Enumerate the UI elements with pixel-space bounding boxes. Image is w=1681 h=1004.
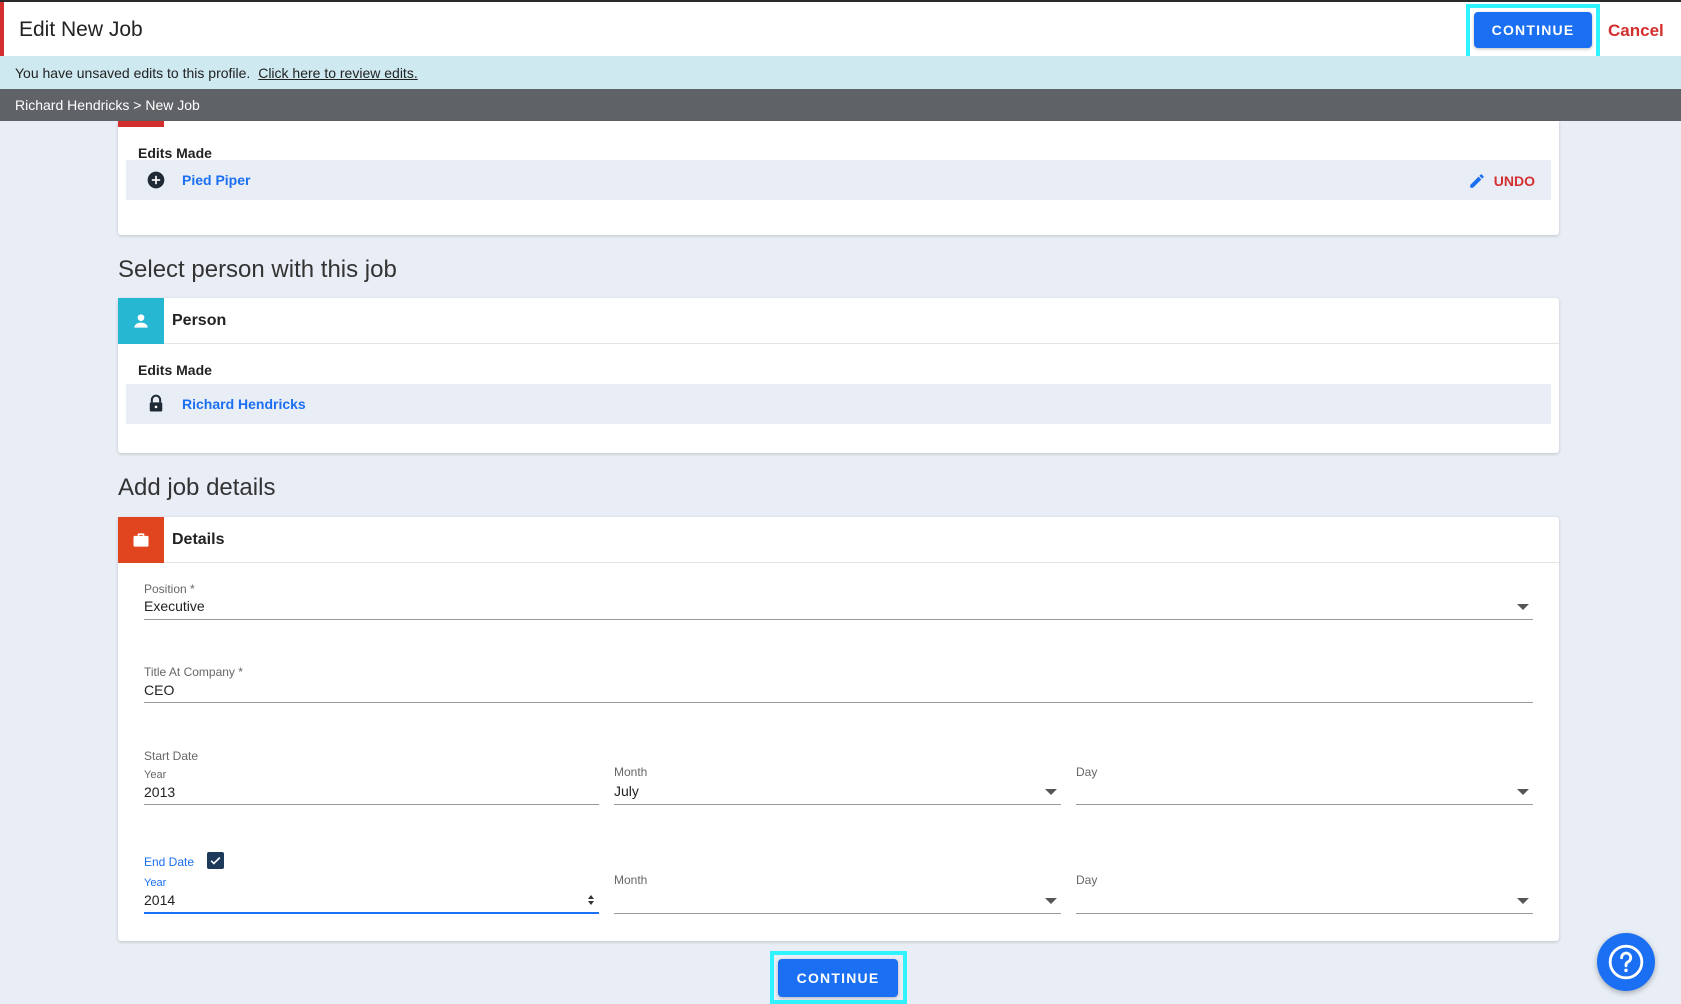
pencil-icon — [1470, 174, 1484, 188]
end-day-underline — [1076, 913, 1533, 914]
start-date-label: Start Date — [144, 749, 199, 763]
position-value: Executive — [144, 598, 205, 614]
position-label: Position * — [144, 582, 195, 596]
title-at-company-input[interactable]: Title At Company * CEO — [144, 665, 1533, 703]
chevron-down-icon — [1517, 789, 1529, 795]
start-day-select[interactable]: Day — [1076, 765, 1533, 805]
start-month-select[interactable]: Month July — [614, 765, 1061, 805]
start-day-underline — [1076, 804, 1533, 805]
start-month-value: July — [614, 783, 639, 799]
lock-icon — [149, 394, 163, 412]
person-badge — [118, 298, 164, 344]
start-year-underline — [144, 804, 599, 805]
end-year-label: Year — [144, 877, 167, 889]
checkmark-icon — [210, 856, 221, 865]
details-card-label: Details — [172, 531, 225, 548]
end-year-input[interactable]: Year 2014 — [144, 877, 599, 914]
continue-button-bottom[interactable]: CONTINUE — [778, 959, 898, 997]
chevron-down-icon — [1045, 898, 1057, 904]
continue-button-top[interactable]: CONTINUE — [1474, 12, 1592, 48]
company-edit-row: Pied Piper UNDO — [126, 160, 1551, 200]
position-underline — [144, 619, 1533, 620]
breadcrumb: Richard Hendricks > New Job — [0, 89, 1681, 121]
chevron-down-icon — [1517, 898, 1529, 904]
edits-made-label: Edits Made — [138, 362, 212, 378]
start-year-input[interactable]: Year 2013 — [144, 769, 599, 805]
start-year-value: 2013 — [144, 784, 176, 800]
edits-made-label: Edits Made — [138, 145, 212, 161]
person-edit-row: Richard Hendricks — [126, 384, 1551, 424]
undo-label: UNDO — [1493, 173, 1535, 189]
accent-stripe — [0, 2, 4, 56]
add-circle-icon — [147, 171, 165, 189]
end-month-select[interactable]: Month — [614, 873, 1061, 914]
end-date-label: End Date — [144, 855, 195, 869]
undo-button[interactable]: UNDO — [1468, 172, 1535, 190]
banner-message: You have unsaved edits to this profile. — [15, 65, 251, 81]
end-day-label: Day — [1076, 873, 1098, 887]
briefcase-icon — [133, 533, 149, 547]
details-badge — [118, 517, 164, 563]
end-month-underline — [614, 913, 1061, 914]
details-card: Details Position * Executive Title At Co… — [118, 517, 1559, 941]
help-button[interactable] — [1597, 933, 1655, 991]
company-name-link[interactable]: Pied Piper — [182, 172, 250, 188]
top-bar: Edit New Job — [0, 0, 1681, 56]
unsaved-edits-banner: You have unsaved edits to this profile. … — [0, 56, 1681, 89]
person-card-header: Person — [118, 298, 1559, 344]
start-month-label: Month — [614, 765, 648, 779]
person-name-link[interactable]: Richard Hendricks — [182, 396, 306, 412]
chevron-down-icon — [1045, 789, 1057, 795]
help-icon — [1608, 944, 1644, 980]
spinner-arrows-icon[interactable] — [587, 894, 595, 906]
chevron-down-icon — [1517, 604, 1529, 610]
page-title: Edit New Job — [19, 18, 143, 41]
start-year-label: Year — [144, 769, 167, 781]
person-card-label: Person — [172, 312, 227, 329]
person-section-title: Select person with this job — [118, 256, 397, 283]
end-month-label: Month — [614, 873, 648, 887]
company-badge-stub — [118, 121, 164, 127]
start-month-underline — [614, 804, 1061, 805]
cancel-link[interactable]: Cancel — [1608, 21, 1664, 41]
details-card-header: Details — [118, 517, 1559, 563]
title-at-company-label: Title At Company * — [144, 665, 243, 679]
title-at-company-value: CEO — [144, 682, 175, 698]
person-icon — [134, 314, 148, 328]
company-card: Edits Made Pied Piper UNDO — [118, 121, 1559, 235]
review-edits-link[interactable]: Click here to review edits. — [258, 65, 418, 81]
position-select[interactable]: Position * Executive — [144, 582, 1533, 620]
details-section-title: Add job details — [118, 474, 276, 501]
end-date-checkbox[interactable] — [207, 852, 224, 869]
end-year-underline — [144, 912, 599, 914]
person-card: Person Edits Made Richard Hendricks — [118, 298, 1559, 453]
title-underline — [144, 702, 1533, 703]
start-day-label: Day — [1076, 765, 1098, 779]
end-year-value: 2014 — [144, 892, 176, 908]
end-day-select[interactable]: Day — [1076, 873, 1533, 914]
